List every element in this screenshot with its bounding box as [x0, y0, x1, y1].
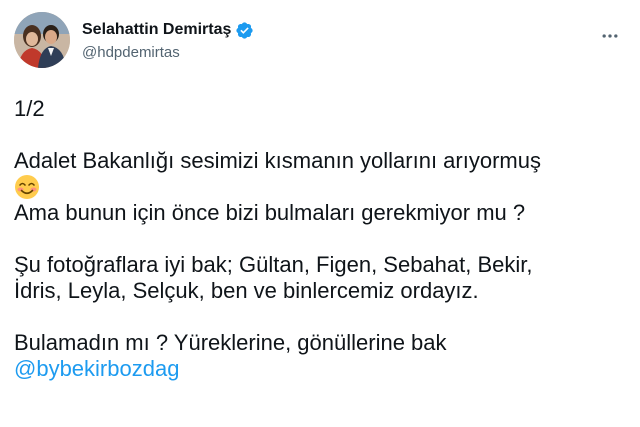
- avatar-photo-icon: [14, 12, 70, 68]
- smiling-face-icon: [14, 174, 40, 200]
- tweet-text: 1/2 Adalet Bakanlığı sesimizi kısmanın y…: [14, 96, 626, 382]
- thread-marker: 1/2: [14, 96, 45, 121]
- more-horizontal-icon: [602, 34, 618, 38]
- display-name-row: Selahattin Demirtaş: [82, 20, 254, 40]
- tweet-header: Selahattin Demirtaş @hdpdemirtas: [14, 12, 626, 72]
- emoji-line: [14, 174, 626, 200]
- tweet-line-5: Bulamadın mı ? Yüreklerine, gönüllerine …: [14, 330, 447, 355]
- tweet-line-2: Ama bunun için önce bizi bulmaları gerek…: [14, 200, 526, 225]
- tweet-card: Selahattin Demirtaş @hdpdemirtas 1/2 Ada…: [0, 0, 640, 427]
- author-handle[interactable]: @hdpdemirtas: [82, 44, 254, 61]
- verified-badge-icon: [235, 21, 254, 40]
- author-display-name[interactable]: Selahattin Demirtaş: [82, 21, 231, 39]
- tweet-line-4: İdris, Leyla, Selçuk, ben ve binlercemiz…: [14, 278, 479, 303]
- tweet-line-3: Şu fotoğraflara iyi bak; Gültan, Figen, …: [14, 252, 533, 277]
- mention-link[interactable]: @bybekirbozdag: [14, 356, 179, 381]
- more-options-button[interactable]: [596, 22, 624, 50]
- tweet-line-1: Adalet Bakanlığı sesimizi kısmanın yolla…: [14, 148, 541, 173]
- author-names: Selahattin Demirtaş @hdpdemirtas: [82, 20, 254, 61]
- mention-line: @bybekirbozdag: [14, 356, 626, 382]
- avatar[interactable]: [14, 12, 70, 68]
